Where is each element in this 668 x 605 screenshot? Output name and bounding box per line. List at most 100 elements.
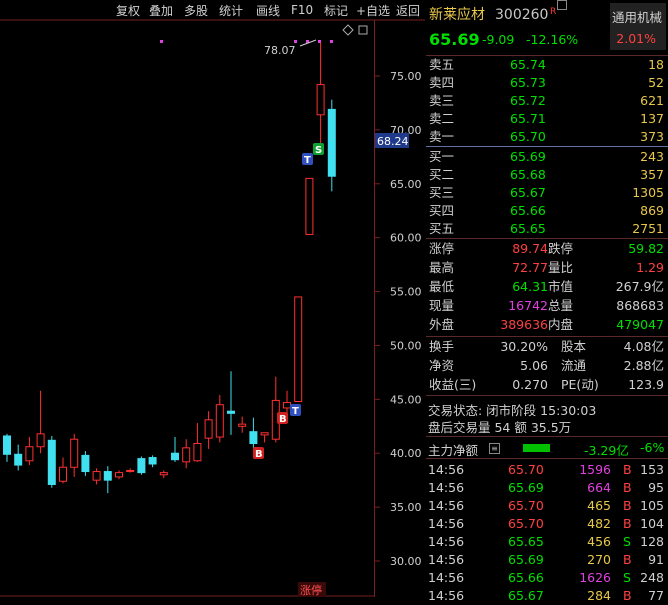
buy-marker-text: B [279, 414, 287, 425]
price-change-pct: -12.16% [526, 32, 579, 47]
stat-label: 市值 [548, 279, 574, 294]
stat-value: 64.31 [512, 279, 548, 294]
bid-label: 买二 [429, 167, 455, 182]
high-annotation: 78.07 [264, 44, 296, 57]
ask-label: 卖三 [429, 93, 455, 108]
tick-row[interactable]: 14:56 65.69 270 B 91 [426, 551, 668, 569]
after-hours-volume: 盘后交易量 54 额 35.5万 [428, 420, 572, 435]
fundamental-row[interactable]: 换手 30.20% 股本 4.08亿 [426, 338, 668, 356]
tick-row[interactable]: 14:56 65.66 1626 S 248 [426, 569, 668, 587]
candle-body [182, 447, 191, 463]
stat-row[interactable]: 最低 64.31 市值 267.9亿 [426, 278, 668, 296]
fundamental-label: 收益(三) [429, 377, 477, 392]
candle-body [305, 177, 314, 235]
bid-volume: 243 [640, 149, 664, 164]
stat-label: 量比 [548, 260, 574, 275]
candle-body [126, 469, 135, 472]
ask-label: 卖二 [429, 111, 455, 126]
stat-row[interactable]: 现量 16742 总量 868683 [426, 297, 668, 315]
bid-row[interactable]: 买五 65.65 2751 [426, 220, 668, 238]
y-tick-label: 60.00 [390, 232, 422, 245]
tick-row[interactable]: 14:56 65.70 465 B 105 [426, 497, 668, 515]
sell-marker[interactable]: S [313, 143, 324, 156]
stock-name: 新莱应材 [429, 7, 485, 23]
bid-price: 65.69 [510, 149, 546, 164]
tick-volume: 456 [587, 534, 611, 549]
y-tick-label: 45.00 [390, 393, 422, 406]
last-price: 65.69 [429, 30, 480, 49]
fundamental-value: 2.88亿 [623, 358, 664, 373]
stat-value: 868683 [616, 298, 664, 313]
square-icon[interactable] [358, 25, 368, 35]
flag-icon [557, 0, 567, 10]
fundamental-row[interactable]: 收益(三) 0.270 PE(动) 123.9 [426, 376, 668, 394]
ask-row[interactable]: 卖三 65.72 621 [426, 92, 668, 110]
tick-price: 65.69 [508, 480, 544, 495]
diamond-icon[interactable] [342, 24, 354, 36]
list-icon[interactable]: ≡ [489, 443, 500, 454]
tick-row[interactable]: 14:56 65.70 1596 B 153 [426, 461, 668, 479]
ask-row[interactable]: 卖一 65.70 373 [426, 128, 668, 146]
tick-time: 14:56 [428, 534, 465, 549]
fundamental-label: 流通 [561, 358, 587, 373]
tick-time: 14:56 [428, 516, 465, 531]
y-tick-label: 40.00 [390, 447, 422, 460]
ask-row[interactable]: 卖四 65.73 52 [426, 74, 668, 92]
tick-volume: 1626 [579, 570, 611, 585]
bid-row[interactable]: 买三 65.67 1305 [426, 184, 668, 202]
fundamental-value: 4.08亿 [623, 339, 664, 354]
fundamental-value: 5.06 [520, 358, 548, 373]
t-marker[interactable]: T [302, 153, 313, 166]
candle-body [148, 457, 157, 465]
bid-row[interactable]: 买四 65.66 869 [426, 202, 668, 220]
ask-volume: 52 [648, 75, 664, 90]
tick-price: 65.70 [508, 498, 544, 513]
tick-price: 65.66 [508, 570, 544, 585]
candle-body [193, 443, 202, 462]
tick-row[interactable]: 14:56 65.65 456 S 128 [426, 533, 668, 551]
stat-label: 总量 [548, 298, 574, 313]
tick-count: 248 [640, 570, 664, 585]
tick-price: 65.67 [508, 588, 544, 603]
candlestick-chart[interactable]: 75.0070.0065.0060.0055.0050.0045.0040.00… [0, 0, 425, 597]
stat-row[interactable]: 涨停 89.74 跌停 59.82 [426, 240, 668, 258]
stat-label: 跌停 [548, 241, 574, 256]
bid-row[interactable]: 买一 65.69 243 [426, 148, 668, 166]
tick-side: B [623, 480, 632, 495]
candle-body [36, 433, 45, 448]
ask-price: 65.70 [510, 129, 546, 144]
tick-row[interactable]: 14:56 65.69 664 B 95 [426, 479, 668, 497]
candle-body [316, 84, 325, 116]
tick-side: B [623, 462, 632, 477]
buy-marker[interactable]: B [253, 447, 264, 460]
stat-value: 59.82 [628, 241, 664, 256]
candle-body [260, 432, 269, 436]
ask-row[interactable]: 卖五 65.74 18 [426, 56, 668, 74]
stat-value: 389636 [500, 317, 548, 332]
stat-row[interactable]: 最高 72.77 量比 1.29 [426, 259, 668, 277]
tick-row[interactable]: 14:56 65.67 284 B 77 [426, 587, 668, 605]
candle-body [3, 435, 11, 455]
buy-marker[interactable]: B [277, 412, 288, 425]
price-change: -9.09 [482, 32, 515, 47]
sector-name: 通用机械 [612, 10, 663, 25]
tick-price: 65.70 [508, 462, 544, 477]
candle-body [70, 438, 79, 468]
t-marker-text: T [304, 155, 311, 166]
tick-side: B [623, 588, 632, 603]
tick-side: S [623, 534, 631, 549]
stat-label: 内盘 [548, 317, 574, 332]
tick-row[interactable]: 14:56 65.70 482 B 104 [426, 515, 668, 533]
signal-dot [160, 40, 163, 43]
ask-label: 卖五 [429, 57, 455, 72]
ask-volume: 621 [640, 93, 664, 108]
fundamental-row[interactable]: 净资 5.06 流通 2.88亿 [426, 357, 668, 375]
stat-row[interactable]: 外盘 389636 内盘 479047 [426, 316, 668, 334]
t-marker[interactable]: T [290, 404, 301, 417]
candle-body [25, 446, 34, 462]
candle-body [215, 404, 224, 438]
ask-row[interactable]: 卖二 65.71 137 [426, 110, 668, 128]
stat-value: 479047 [616, 317, 664, 332]
bid-row[interactable]: 买二 65.68 357 [426, 166, 668, 184]
ask-volume: 137 [640, 111, 664, 126]
